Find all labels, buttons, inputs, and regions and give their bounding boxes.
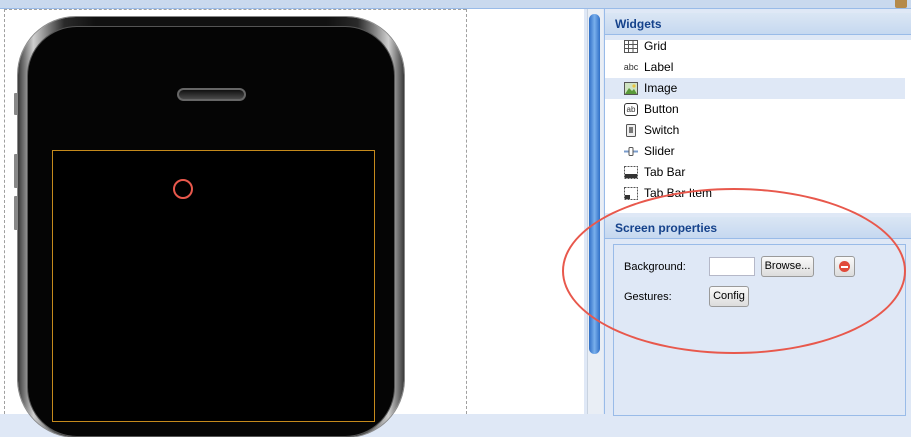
widget-label: Label: [644, 60, 674, 74]
widget-item-slider[interactable]: Slider: [605, 141, 905, 162]
canvas-guide-top: [4, 9, 466, 10]
widget-label: Slider: [644, 144, 675, 158]
label-icon: abc: [623, 62, 639, 72]
annotation-ellipse: [562, 188, 906, 354]
phone-volume-up: [14, 154, 18, 188]
widget-label: Image: [644, 81, 678, 95]
phone-volume-down: [14, 196, 18, 230]
image-icon: [624, 82, 638, 95]
canvas-guide-right: [466, 9, 467, 414]
widget-label: Switch: [644, 123, 680, 137]
tab-bar-item-icon: [624, 187, 638, 200]
phone-screen[interactable]: [52, 150, 375, 422]
toolbar-icon[interactable]: [895, 0, 907, 8]
widget-label: Tab Bar: [644, 165, 686, 179]
widgets-list: Grid abc Label Image ab Button Switch Sl…: [605, 39, 911, 213]
button-icon: ab: [624, 103, 638, 116]
widget-item-switch[interactable]: Switch: [605, 120, 905, 141]
widget-item-grid[interactable]: Grid: [605, 36, 905, 57]
widgets-header[interactable]: Widgets: [605, 13, 911, 35]
top-toolbar: [0, 0, 911, 9]
grid-icon: [624, 40, 638, 53]
widget-item-image[interactable]: Image: [605, 78, 905, 99]
widget-label: Button: [644, 102, 679, 116]
widget-label: Grid: [644, 39, 667, 53]
widget-item-button[interactable]: ab Button: [605, 99, 905, 120]
widget-item-label[interactable]: abc Label: [605, 57, 905, 78]
canvas-guide-left: [4, 9, 5, 414]
switch-icon: [624, 124, 638, 137]
widget-item-tab-bar[interactable]: Tab Bar: [605, 162, 905, 183]
tab-bar-icon: [624, 166, 638, 179]
phone-side-switch: [14, 93, 18, 115]
click-marker: [173, 179, 193, 199]
slider-icon: [624, 145, 638, 158]
phone-speaker: [177, 88, 246, 101]
